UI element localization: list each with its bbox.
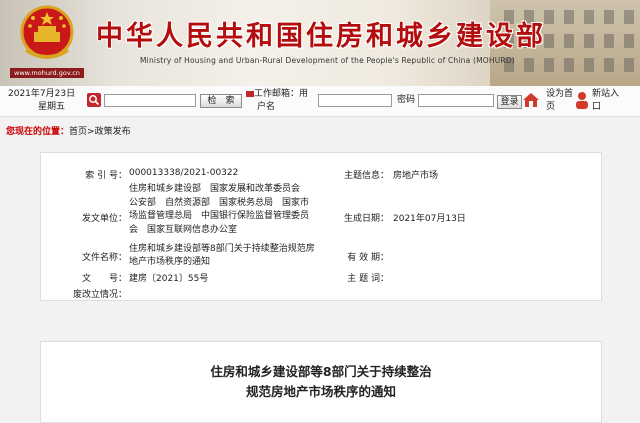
username-input[interactable] (318, 94, 392, 107)
doc-number-value: 建房〔2021〕55号 (129, 274, 209, 284)
username-label-2: 户名 (257, 102, 276, 112)
doc-number-label: 文 号： (81, 274, 127, 284)
index-number-value: 000013338/2021-00322 (129, 168, 239, 178)
weekday-text: 星期五 (38, 102, 66, 112)
site-url: www.mohurd.gov.cn (10, 68, 84, 78)
site-banner: 中华人民共和国住房和城乡建设部 Ministry of Housing and … (0, 0, 640, 86)
document-body-panel: 住房和城乡建设部等8部门关于持续整治 规范房地产市场秩序的通知 (40, 341, 602, 423)
breadcrumb-home-link[interactable]: 首页 (69, 127, 87, 137)
search-icon (87, 93, 101, 107)
doc-name-line-2: 地产市场秩序的通知 (129, 257, 211, 267)
topic-value: 房地产市场 (393, 171, 439, 181)
workspace-label-text: 工作邮箱： (254, 89, 300, 99)
doc-name-value: 住房和城乡建设部等8部门关于持续整治规范房 地产市场秩序的通知 (129, 243, 319, 269)
username-label: 用 (299, 89, 309, 99)
issuer-line-2: 公安部 自然资源部 国家税务总局 国家市 (129, 197, 310, 208)
document-metadata-panel: 索 引 号： 000013338/2021-00322 主题信息： 房地产市场 … (40, 152, 602, 301)
validity-label: 有 效 期： (347, 253, 389, 263)
top-toolbar: 2021年7月23日 星期五 检 索 工作邮箱：用 户名 密码 登录 设为首页 … (0, 86, 640, 117)
search-input[interactable] (104, 94, 196, 107)
set-homepage-link[interactable]: 设为首页 (546, 88, 574, 114)
doc-name-line-1: 住房和城乡建设部等8部门关于持续整治规范房 (129, 244, 315, 254)
issuer-value: 住房和城乡建设部 国家发展和改革委员会 公安部 自然资源部 国家税务总局 国家市… (129, 183, 314, 237)
login-button[interactable]: 登录 (497, 95, 522, 109)
date-value: 2021年07月13日 (393, 214, 466, 224)
home-icon[interactable] (521, 90, 541, 110)
date-label: 生成日期： (343, 214, 389, 224)
date-display: 2021年7月23日 星期五 (8, 88, 78, 114)
breadcrumb: 您现在的位置：首页>政策发布 (6, 124, 131, 137)
workspace-label: 工作邮箱：用 (246, 88, 308, 100)
issuer-label: 发文单位： (81, 214, 127, 224)
document-title-line-2: 规范房地产市场秩序的通知 (245, 384, 396, 399)
issuer-line-4: 会 国家互联网信息办公室 (129, 224, 238, 235)
breadcrumb-separator: > (87, 127, 95, 137)
user-entry-icon[interactable] (574, 90, 590, 110)
index-number-label: 索 引 号： (85, 171, 127, 181)
national-emblem-icon (20, 5, 74, 59)
topic-label: 主题信息： (343, 171, 389, 181)
date-text: 2021年7月23日 (8, 89, 76, 99)
doc-name-label: 文件名称： (81, 253, 127, 263)
new-site-entry-link[interactable]: 新站入口 (592, 88, 624, 114)
subject-label: 主 题 词： (347, 274, 389, 284)
password-label: 密码 (397, 95, 416, 105)
document-title-line-1: 住房和城乡建设部等8部门关于持续整治 (210, 364, 432, 379)
issuer-line-3: 场监督管理总局 中国银行保险监督管理委员 (129, 211, 310, 221)
breadcrumb-label: 您现在的位置： (6, 127, 70, 137)
issuer-line-1: 住房和城乡建设部 国家发展和改革委员会 (129, 184, 301, 194)
password-input[interactable] (418, 94, 494, 107)
document-title: 住房和城乡建设部等8部门关于持续整治 规范房地产市场秩序的通知 (41, 362, 601, 402)
breadcrumb-section-link[interactable]: 政策发布 (95, 127, 131, 137)
site-title: 中华人民共和国住房和城乡建设部 (96, 21, 546, 52)
site-subtitle: Ministry of Housing and Urban-Rural Deve… (140, 56, 515, 65)
status-label: 废改立情况： (72, 290, 127, 300)
mail-icon (246, 90, 254, 97)
search-button[interactable]: 检 索 (200, 94, 242, 108)
